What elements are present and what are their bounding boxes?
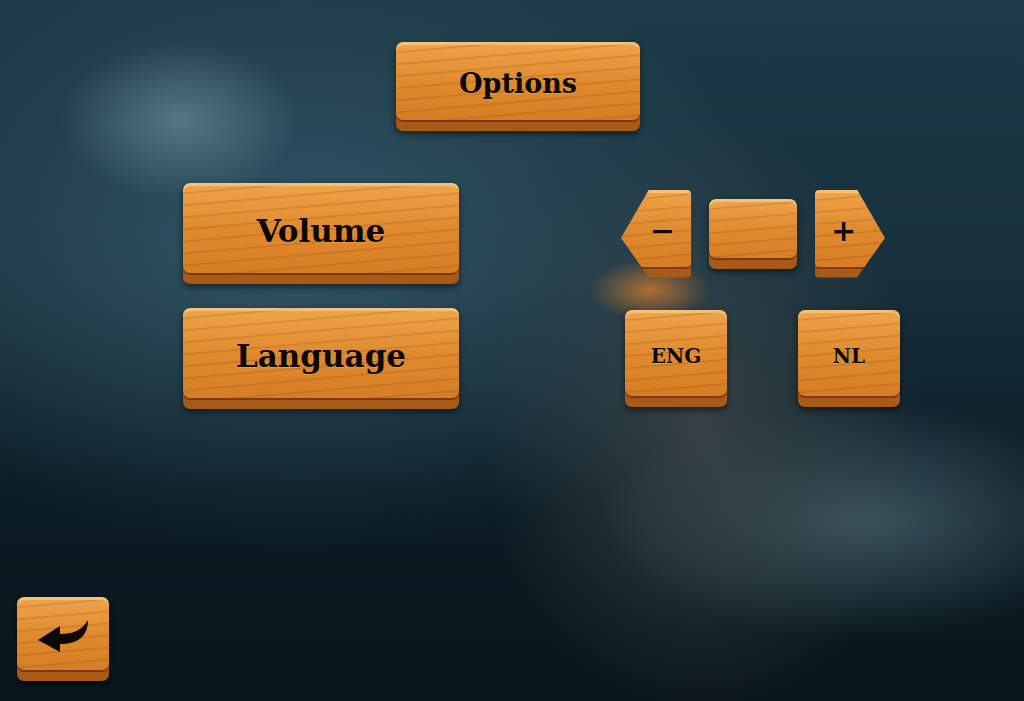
options-title: Options bbox=[396, 42, 640, 131]
volume-decrease-button[interactable]: − bbox=[621, 190, 691, 278]
back-button[interactable] bbox=[17, 597, 109, 681]
language-option-button[interactable]: ENG bbox=[625, 310, 727, 407]
volume-level-box bbox=[709, 199, 797, 269]
back-arrow-icon bbox=[34, 616, 92, 658]
setting-label: Volume bbox=[183, 183, 459, 284]
language-option-button[interactable]: NL bbox=[798, 310, 900, 407]
options-screen: OptionsVolume−+LanguageENGNL bbox=[0, 0, 1024, 701]
settings-grid: Volume−+LanguageENGNL bbox=[183, 183, 1024, 409]
title-row: Options bbox=[0, 42, 1024, 131]
language-controls: ENG NL bbox=[621, 308, 1024, 409]
volume-increase-button[interactable]: + bbox=[815, 190, 885, 278]
volume-controls: −+ bbox=[621, 183, 1024, 284]
setting-label: Language bbox=[183, 308, 459, 409]
